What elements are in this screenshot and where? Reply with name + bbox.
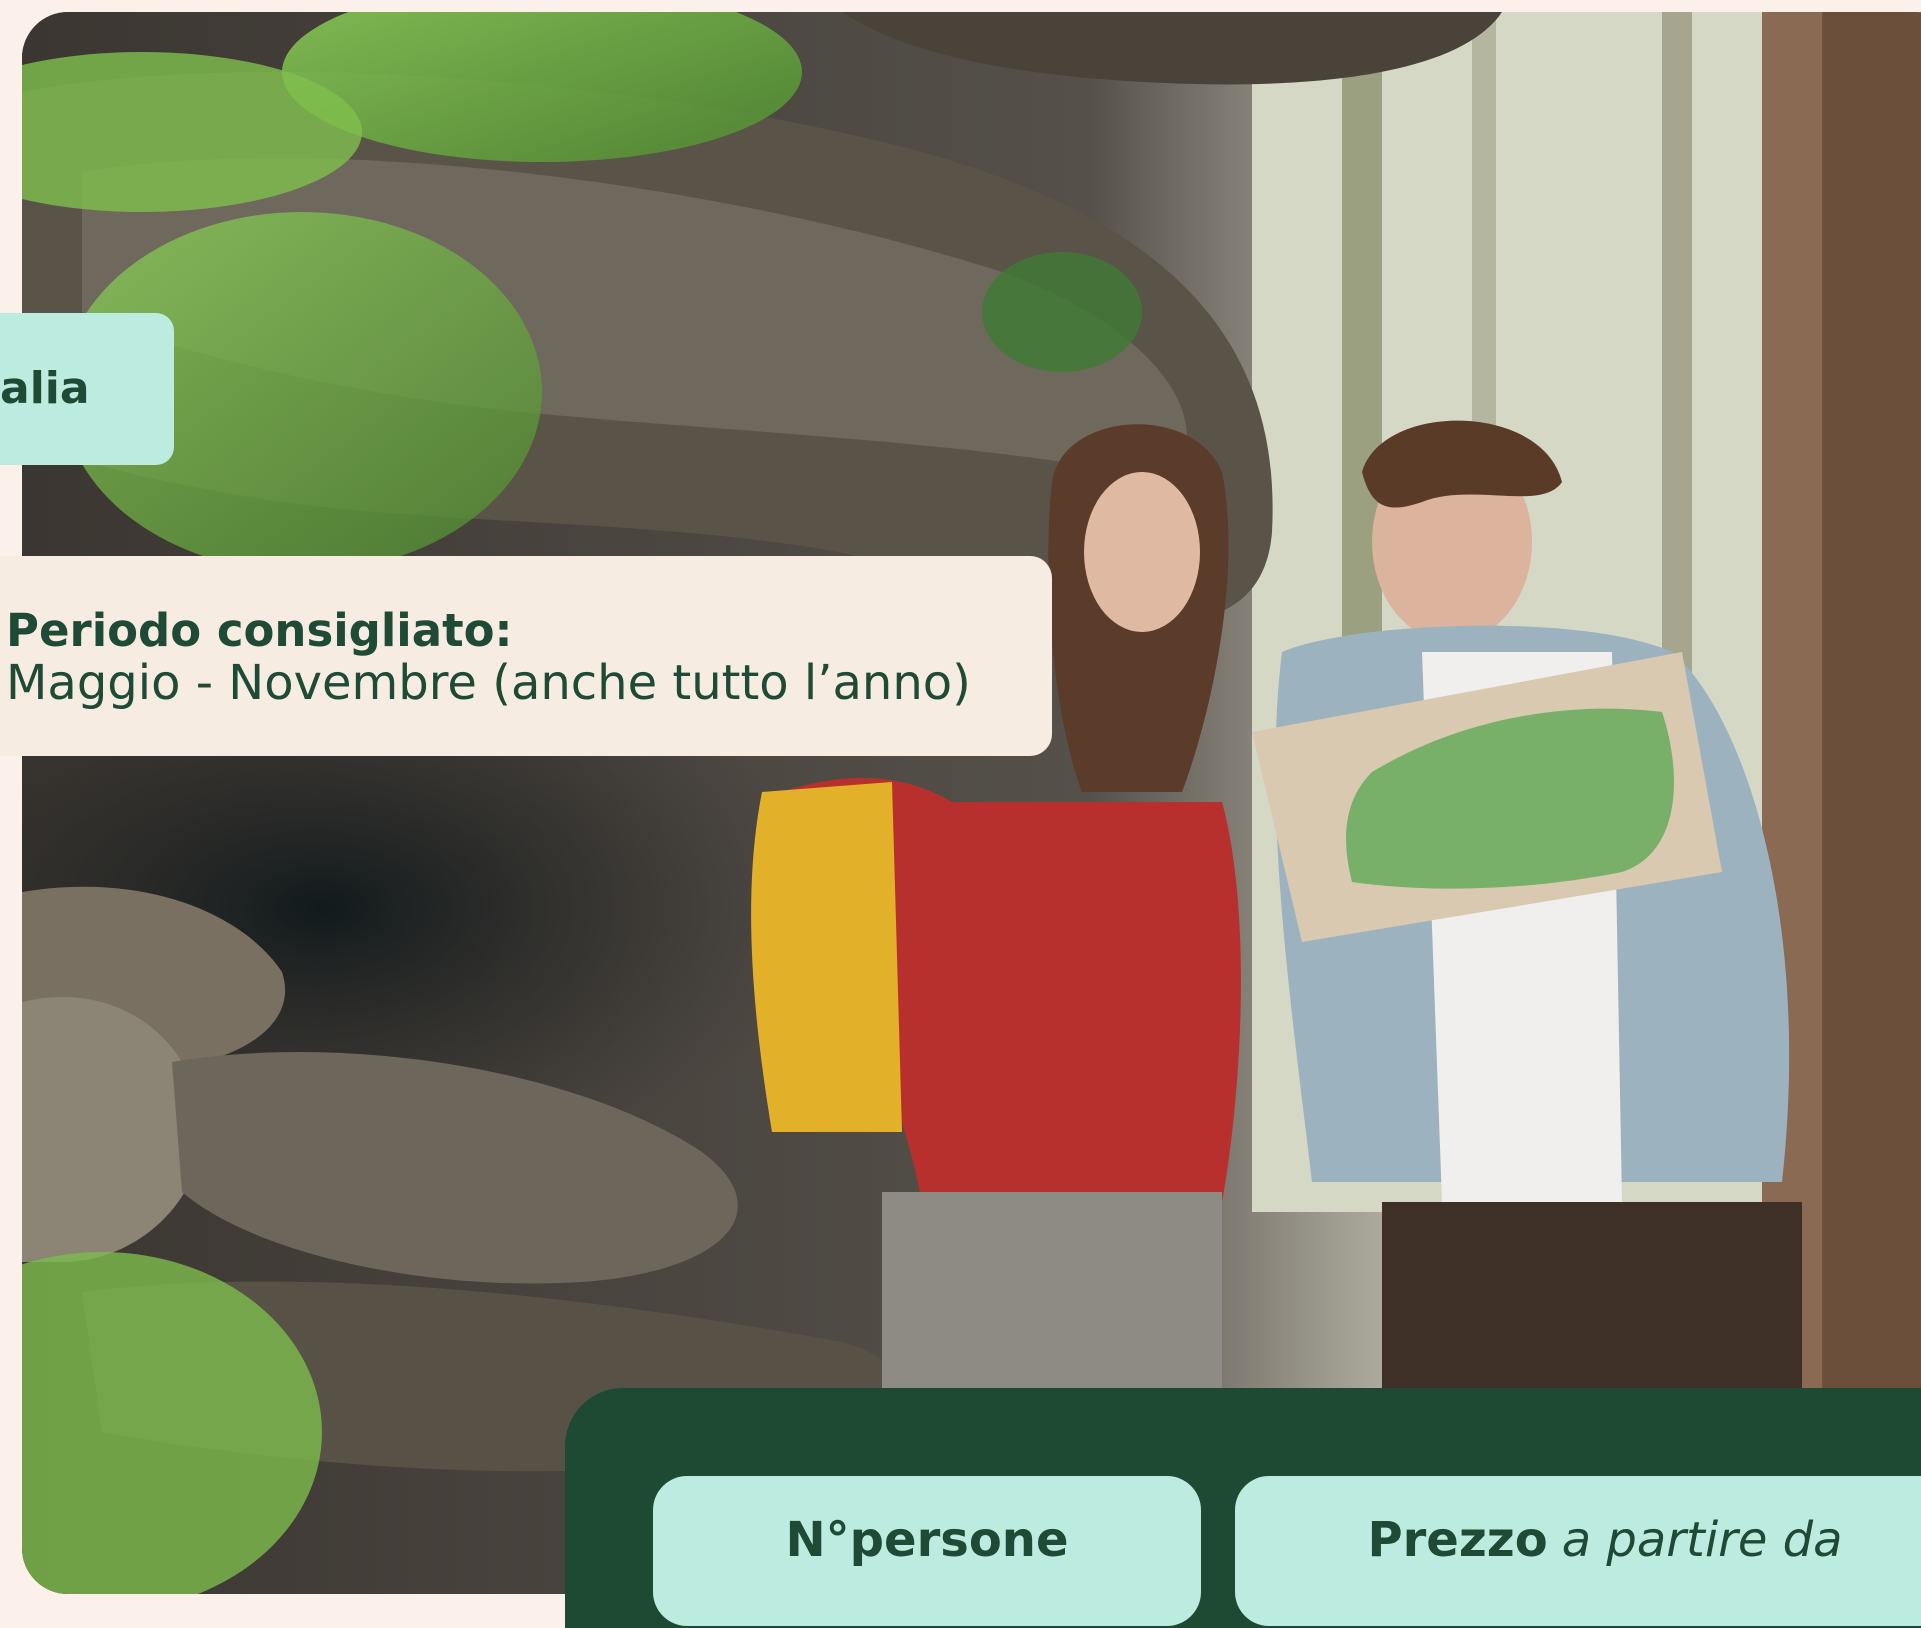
location-chip: alia <box>0 313 174 465</box>
persons-label: N°persone <box>785 1512 1069 1568</box>
recommended-period-card: Periodo consigliato: Maggio - Novembre (… <box>0 556 1052 756</box>
hero-photo <box>22 12 1921 1594</box>
location-chip-label: alia <box>0 363 90 414</box>
period-title: Periodo consigliato: <box>6 604 513 657</box>
period-value: Maggio - Novembre (anche tutto l’anno) <box>6 654 971 711</box>
price-suffix: a partire da <box>1561 1512 1843 1568</box>
persons-selector[interactable]: N°persone <box>653 1476 1201 1626</box>
hikers-forest-photo-icon <box>22 12 1921 1594</box>
price-box[interactable]: Prezzo a partire da <box>1235 1476 1921 1626</box>
price-label: Prezzo <box>1367 1512 1548 1568</box>
